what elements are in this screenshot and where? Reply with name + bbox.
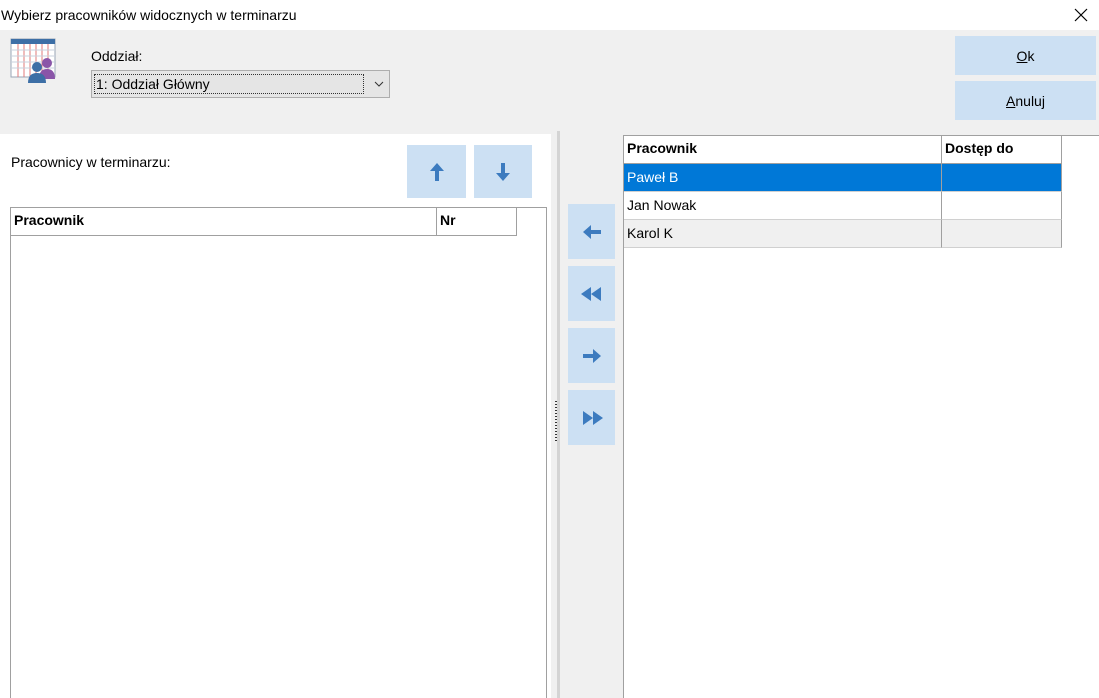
add-all-button[interactable] xyxy=(568,266,615,321)
remove-all-button[interactable] xyxy=(568,390,615,445)
ok-button-label: Ok xyxy=(1016,47,1035,64)
staff-schedule-icon xyxy=(10,38,56,83)
arrow-up-icon xyxy=(429,162,444,181)
schedule-employees-label: Pracownicy w terminarzu: xyxy=(11,154,171,170)
chevron-down-icon xyxy=(374,81,384,87)
access-cell xyxy=(942,220,1062,248)
grid-header: Pracownik Dostęp do xyxy=(624,136,1062,164)
splitter-line xyxy=(557,131,560,698)
access-cell xyxy=(942,164,1062,192)
table-row[interactable]: Jan Nowak xyxy=(624,192,1062,220)
available-employees-grid[interactable]: Pracownik Dostęp do Paweł B Jan Nowak Ka… xyxy=(623,135,1099,698)
employee-cell: Paweł B xyxy=(624,164,942,192)
remove-selected-button[interactable] xyxy=(568,328,615,383)
employee-cell: Jan Nowak xyxy=(624,192,942,220)
grid-header: Pracownik Nr xyxy=(11,208,517,236)
main-area: Pracownicy w terminarzu: Pracownik Nr Pr… xyxy=(0,131,1099,698)
column-header-employee[interactable]: Pracownik xyxy=(11,208,437,236)
department-select-value: 1: Oddział Główny xyxy=(94,74,364,94)
department-label: Oddział: xyxy=(91,48,143,64)
department-select[interactable]: 1: Oddział Główny xyxy=(91,70,390,98)
splitter-grip[interactable] xyxy=(555,401,557,441)
close-button[interactable] xyxy=(1062,0,1099,30)
title-bar: Wybierz pracowników widocznych w termina… xyxy=(0,0,1099,30)
schedule-employees-grid[interactable]: Pracownik Nr xyxy=(10,207,547,698)
move-down-button[interactable] xyxy=(474,145,532,198)
close-icon xyxy=(1074,8,1087,22)
arrow-right-icon xyxy=(582,348,601,363)
cancel-button[interactable]: Anuluj xyxy=(955,81,1096,120)
table-row[interactable]: Karol K xyxy=(624,220,1062,248)
dialog-window: Wybierz pracowników widocznych w termina… xyxy=(0,0,1099,698)
move-up-button[interactable] xyxy=(407,145,466,198)
double-arrow-right-icon xyxy=(582,410,603,425)
panel-splitter[interactable] xyxy=(551,131,560,698)
table-row[interactable]: Paweł B xyxy=(624,164,1062,192)
header-panel: Oddział: 1: Oddział Główny Ok Anuluj xyxy=(0,30,1099,131)
window-title: Wybierz pracowników widocznych w termina… xyxy=(1,7,297,23)
column-header-nr[interactable]: Nr xyxy=(437,208,517,236)
access-cell xyxy=(942,192,1062,220)
arrow-left-icon xyxy=(582,224,601,239)
column-header-employee[interactable]: Pracownik xyxy=(624,136,942,164)
employee-cell: Karol K xyxy=(624,220,942,248)
arrow-down-icon xyxy=(496,162,510,181)
ok-button[interactable]: Ok xyxy=(955,36,1096,75)
double-arrow-left-icon xyxy=(580,286,601,301)
column-header-access[interactable]: Dostęp do xyxy=(942,136,1062,164)
add-selected-button[interactable] xyxy=(568,204,615,259)
cancel-button-label: Anuluj xyxy=(1006,92,1045,109)
left-panel: Pracownicy w terminarzu: Pracownik Nr xyxy=(0,134,551,698)
